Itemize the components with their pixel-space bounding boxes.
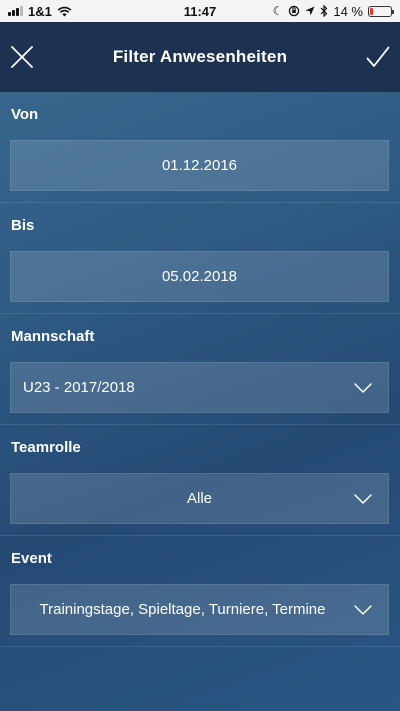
battery-percent: 14 % [333,3,363,19]
bluetooth-icon [320,5,328,17]
confirm-button[interactable] [356,22,400,92]
chevron-down-icon [354,493,372,504]
signal-icon [8,6,23,16]
wifi-icon [57,6,72,16]
status-bar: 1&1 11:47 ☾ 14 % [0,0,400,22]
moon-icon: ☾ [272,4,284,18]
mannschaft-label: Mannschaft [11,328,95,345]
event-value: Trainingstage, Spieltage, Turniere, Term… [39,601,326,618]
teamrolle-value: Alle [186,490,212,507]
status-left: 1&1 [8,4,72,19]
teamrolle-label: Teamrolle [11,439,81,456]
von-label: Von [11,106,39,123]
status-right: ☾ 14 % [272,3,394,19]
section-mannschaft: Mannschaft U23 - 2017/2018 [0,314,400,425]
checkmark-icon [366,46,390,67]
location-icon [305,6,315,16]
chevron-down-icon [354,604,372,615]
filter-form: Von 01.12.2016 Bis 05.02.2018 Mannschaft… [0,92,400,647]
teamrolle-select[interactable]: Alle [10,473,389,524]
orientation-lock-icon [289,5,300,17]
carrier-label: 1&1 [28,3,52,19]
chevron-down-icon [354,382,372,393]
bis-label: Bis [11,217,35,234]
section-teamrolle: Teamrolle Alle [0,425,400,536]
battery-icon [368,5,394,17]
mannschaft-select[interactable]: U23 - 2017/2018 [10,362,389,413]
von-date-field[interactable]: 01.12.2016 [10,140,389,191]
section-von: Von 01.12.2016 [0,92,400,203]
section-event: Event Trainingstage, Spieltage, Turniere… [0,536,400,647]
mannschaft-value: U23 - 2017/2018 [23,379,135,396]
navigation-bar: Filter Anwesenheiten [0,22,400,92]
section-bis: Bis 05.02.2018 [0,203,400,314]
close-button[interactable] [0,22,44,92]
event-select[interactable]: Trainingstage, Spieltage, Turniere, Term… [10,584,389,635]
page-title: Filter Anwesenheiten [112,47,288,66]
close-icon [11,46,33,68]
bis-date-field[interactable]: 05.02.2018 [10,251,389,302]
event-label: Event [11,550,52,567]
